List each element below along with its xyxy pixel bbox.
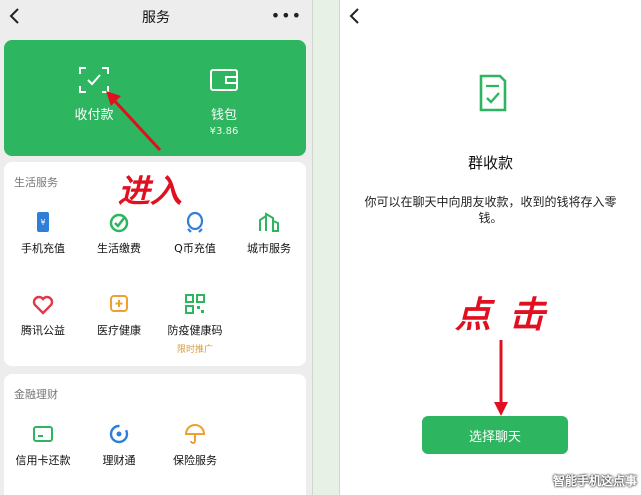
select-chat-button[interactable]: 选择聊天	[422, 416, 568, 454]
watermark: 智能手机这点事	[552, 474, 637, 488]
services-screen: 服务 ••• 收付款 钱包 ¥3.86 生活服务 ¥ 手机充值 生活缴费 Q币充…	[0, 0, 312, 495]
enter-annotation: 进入	[118, 172, 183, 210]
annotation-arrow	[106, 91, 162, 152]
panel-divider	[312, 0, 340, 495]
group-collect-screen: 群收款 你可以在聊天中向朋友收款，收到的钱将存入零钱。 点击 选择聊天 智能手机…	[340, 0, 641, 495]
